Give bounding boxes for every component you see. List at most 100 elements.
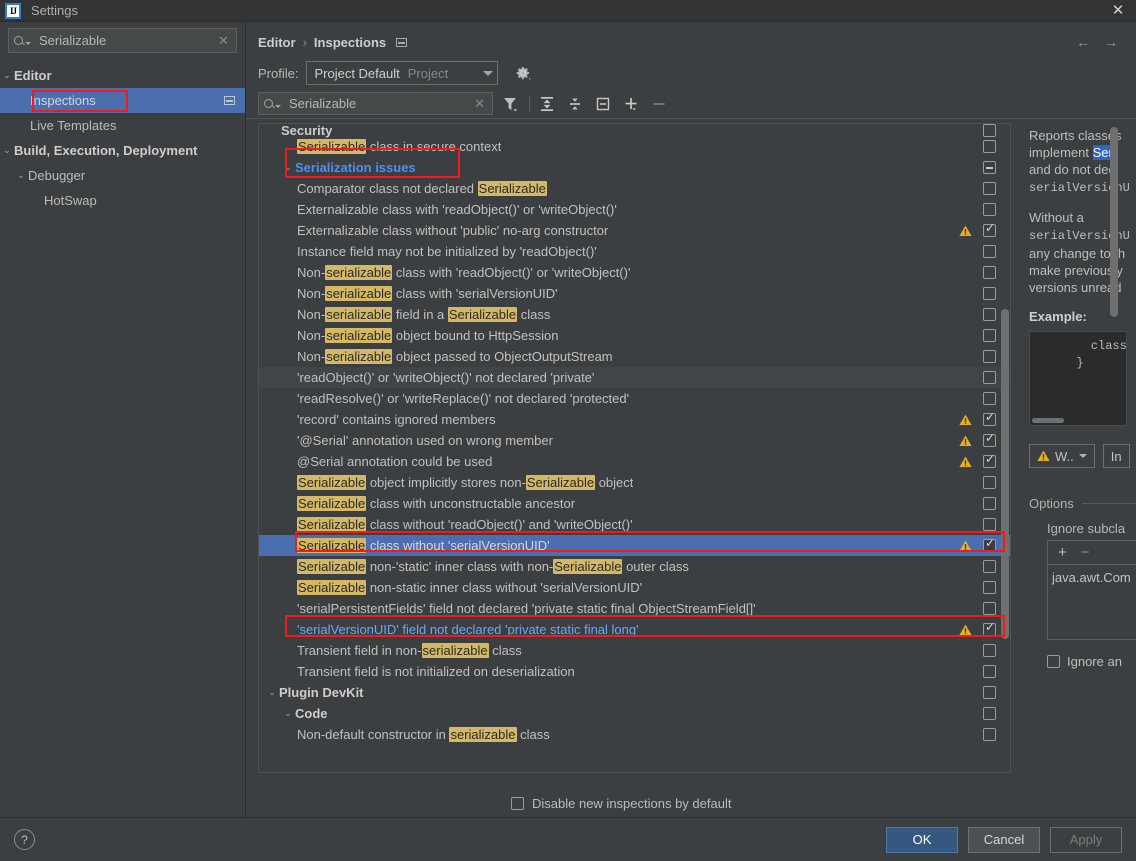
collapse-all-icon[interactable]: [564, 93, 586, 115]
profile-select[interactable]: Project Default Project: [306, 61, 499, 85]
ignore-subclasses-list[interactable]: + − java.awt.Com: [1047, 540, 1136, 640]
inspection-row[interactable]: @Serial annotation could be used: [259, 451, 1010, 472]
inspection-row[interactable]: Comparator class not declared Serializab…: [259, 178, 1010, 199]
inspection-enabled-checkbox[interactable]: [983, 644, 996, 657]
inspection-group-row[interactable]: ⌄ Plugin DevKit: [259, 682, 1010, 703]
inspection-row[interactable]: Non-serializable object bound to HttpSes…: [259, 325, 1010, 346]
inspection-enabled-checkbox[interactable]: [983, 287, 996, 300]
inspection-group-row[interactable]: ⌄ Serialization issues: [259, 157, 1010, 178]
inspection-row[interactable]: Non-serializable class with 'serialVersi…: [259, 283, 1010, 304]
inspection-enabled-checkbox[interactable]: [983, 707, 996, 720]
inspections-search-input[interactable]: Serializable ✕: [258, 92, 493, 115]
inspection-group-row[interactable]: Security: [259, 124, 1010, 138]
inspection-row[interactable]: Instance field may not be initialized by…: [259, 241, 1010, 262]
sidebar-item-build-execution-deployment[interactable]: ⌄ Build, Execution, Deployment: [0, 138, 245, 163]
inspection-enabled-checkbox[interactable]: [983, 518, 996, 531]
ignore-anonymous-row[interactable]: Ignore an: [1047, 654, 1136, 669]
add-icon[interactable]: [620, 93, 642, 115]
sidebar-item-editor[interactable]: ⌄ Editor: [0, 63, 245, 88]
remove-icon[interactable]: −: [1081, 544, 1090, 561]
inspection-enabled-checkbox[interactable]: [983, 728, 996, 741]
inspection-enabled-checkbox[interactable]: [983, 665, 996, 678]
inspection-row[interactable]: 'record' contains ignored members: [259, 409, 1010, 430]
inspection-enabled-checkbox[interactable]: [983, 266, 996, 279]
sidebar-item-inspections[interactable]: Inspections: [0, 88, 245, 113]
sidebar-item-live-templates[interactable]: Live Templates: [0, 113, 245, 138]
inspection-row[interactable]: Serializable non-static inner class with…: [259, 577, 1010, 598]
sidebar-item-hotswap[interactable]: HotSwap: [0, 188, 245, 213]
inspection-enabled-checkbox[interactable]: [983, 161, 996, 174]
inspection-enabled-checkbox[interactable]: [983, 560, 996, 573]
inspection-row[interactable]: Serializable class in secure context: [259, 136, 1010, 157]
inspection-row[interactable]: 'readResolve()' or 'writeReplace()' not …: [259, 388, 1010, 409]
disable-new-inspections-row[interactable]: Disable new inspections by default: [246, 773, 1136, 817]
inspection-enabled-checkbox[interactable]: [983, 431, 996, 447]
ignore-anonymous-checkbox[interactable]: [1047, 655, 1060, 668]
nav-back-icon[interactable]: ←: [1076, 34, 1090, 50]
inspection-row[interactable]: Externalizable class with 'readObject()'…: [259, 199, 1010, 220]
inspection-row[interactable]: Serializable non-'static' inner class wi…: [259, 556, 1010, 577]
inspect-scope-button[interactable]: In: [1102, 444, 1130, 468]
inspection-enabled-checkbox[interactable]: [983, 350, 996, 363]
inspection-row[interactable]: Serializable class with unconstructable …: [259, 493, 1010, 514]
group-by-icon[interactable]: [592, 93, 614, 115]
breadcrumb-root[interactable]: Editor: [258, 35, 296, 50]
inspection-row[interactable]: '@Serial' annotation used on wrong membe…: [259, 430, 1010, 451]
chevron-down-icon[interactable]: ⌄: [265, 687, 279, 698]
inspection-enabled-checkbox[interactable]: [983, 245, 996, 258]
inspection-enabled-checkbox[interactable]: [983, 497, 996, 510]
inspection-enabled-checkbox[interactable]: [983, 124, 996, 137]
inspection-enabled-checkbox[interactable]: [983, 686, 996, 699]
add-icon[interactable]: +: [1058, 544, 1067, 561]
inspection-row[interactable]: 'serialPersistentFields' field not decla…: [259, 598, 1010, 619]
list-scrollbar-thumb[interactable]: [1001, 309, 1009, 639]
inspection-enabled-checkbox[interactable]: [983, 410, 996, 426]
expand-all-icon[interactable]: [536, 93, 558, 115]
list-item[interactable]: java.awt.Com: [1048, 565, 1136, 585]
inspection-enabled-checkbox[interactable]: [983, 602, 996, 615]
description-scrollbar-thumb[interactable]: [1110, 127, 1118, 317]
inspection-enabled-checkbox[interactable]: [983, 476, 996, 489]
nav-forward-icon[interactable]: →: [1104, 34, 1118, 50]
inspection-enabled-checkbox[interactable]: [983, 221, 996, 237]
inspection-row[interactable]: Transient field is not initialized on de…: [259, 661, 1010, 682]
ok-button[interactable]: OK: [886, 826, 958, 853]
disable-new-inspections-checkbox[interactable]: [511, 796, 524, 810]
close-icon[interactable]: ✕: [1108, 2, 1128, 20]
inspection-row[interactable]: Non-serializable field in a Serializable…: [259, 304, 1010, 325]
inspection-row[interactable]: Serializable object implicitly stores no…: [259, 472, 1010, 493]
severity-button[interactable]: W..: [1029, 444, 1095, 468]
chevron-down-icon[interactable]: ⌄: [281, 708, 295, 719]
clear-icon[interactable]: ✕: [216, 33, 231, 49]
inspection-row[interactable]: Externalizable class without 'public' no…: [259, 220, 1010, 241]
sidebar-search-input[interactable]: Serializable ✕: [8, 28, 237, 53]
inspection-row[interactable]: Transient field in non-serializable clas…: [259, 640, 1010, 661]
inspection-enabled-checkbox[interactable]: [983, 371, 996, 384]
cancel-button[interactable]: Cancel: [968, 826, 1040, 853]
filter-icon[interactable]: [499, 93, 521, 115]
inspections-list[interactable]: Security Serializable class in secure con…: [258, 123, 1011, 773]
inspection-enabled-checkbox[interactable]: [983, 452, 996, 468]
inspection-row[interactable]: 'readObject()' or 'writeObject()' not de…: [259, 367, 1010, 388]
inspection-enabled-checkbox[interactable]: [983, 329, 996, 342]
inspection-row[interactable]: Serializable class without 'readObject()…: [259, 514, 1010, 535]
inspection-row[interactable]: Non-default constructor in serializable …: [259, 724, 1010, 745]
clear-icon[interactable]: ✕: [472, 96, 487, 112]
inspection-row[interactable]: 'serialVersionUID' field not declared 'p…: [259, 619, 1010, 640]
help-icon[interactable]: ?: [14, 829, 35, 850]
inspection-enabled-checkbox[interactable]: [983, 203, 996, 216]
gear-icon[interactable]: [514, 64, 532, 82]
chevron-down-icon[interactable]: ⌄: [281, 162, 295, 173]
inspection-row[interactable]: Non-serializable class with 'readObject(…: [259, 262, 1010, 283]
inspection-enabled-checkbox[interactable]: [983, 392, 996, 405]
inspection-enabled-checkbox[interactable]: [983, 581, 996, 594]
inspection-enabled-checkbox[interactable]: [983, 182, 996, 195]
inspection-enabled-checkbox[interactable]: [983, 536, 996, 552]
inspection-group-row[interactable]: ⌄ Code: [259, 703, 1010, 724]
inspection-row[interactable]: Non-serializable object passed to Object…: [259, 346, 1010, 367]
example-scrollbar-thumb[interactable]: [1032, 418, 1064, 423]
inspection-enabled-checkbox[interactable]: [983, 620, 996, 636]
sidebar-item-debugger[interactable]: ⌄ Debugger: [0, 163, 245, 188]
inspection-enabled-checkbox[interactable]: [983, 308, 996, 321]
inspection-row[interactable]: Serializable class without 'serialVersio…: [259, 535, 1010, 556]
